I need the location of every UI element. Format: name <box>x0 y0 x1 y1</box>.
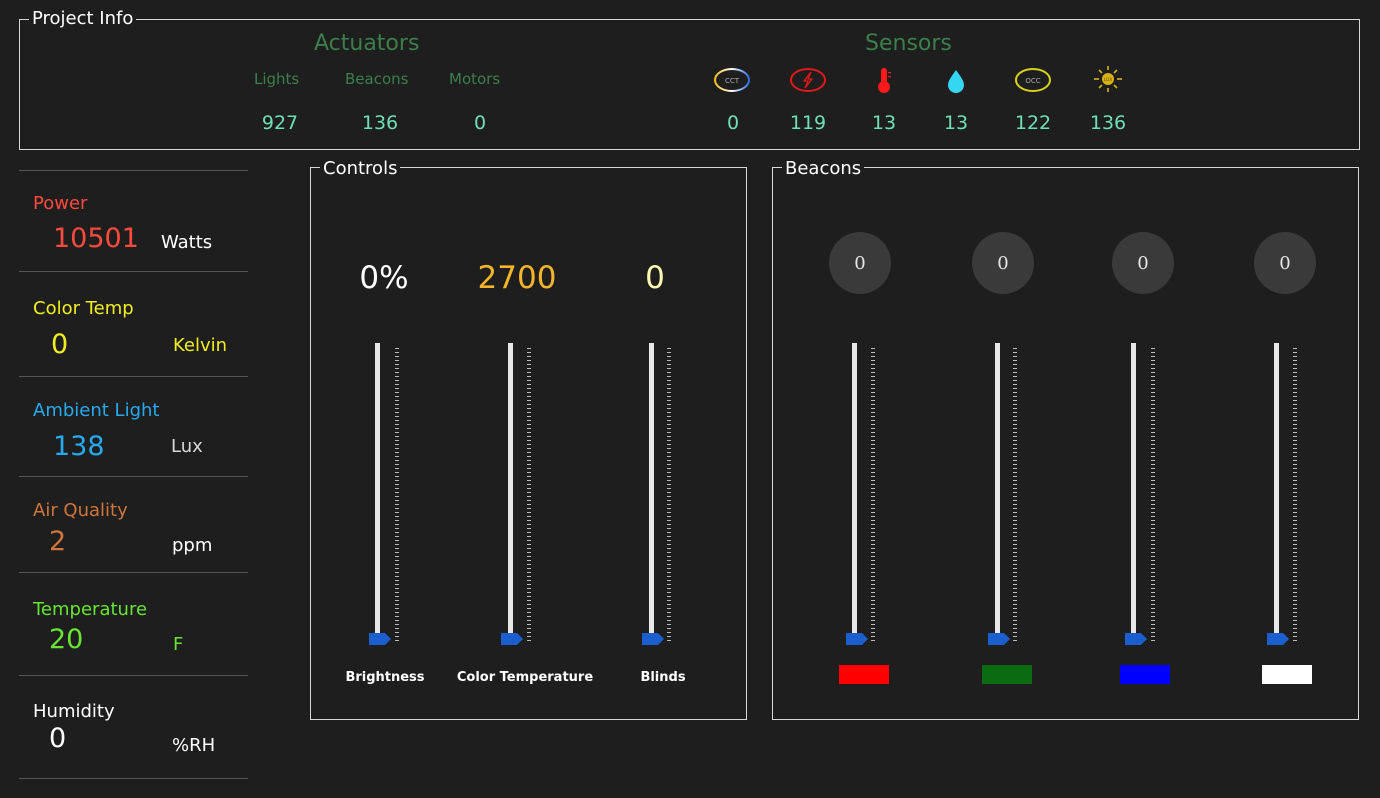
cct-sensor-icon: CCT <box>712 67 752 93</box>
blinds-slider-track[interactable] <box>649 343 654 636</box>
sensor-count-power: 119 <box>789 112 827 134</box>
metric-divider <box>19 778 248 779</box>
air-quality-label: Air Quality <box>33 500 128 521</box>
brightness-slider-track[interactable] <box>375 343 380 636</box>
brightness-slider-ticks <box>395 348 399 641</box>
sensors-title: Sensors <box>865 31 952 56</box>
beacon-blue-value: 0 <box>1112 232 1174 294</box>
temperature-value: 20 <box>49 624 84 655</box>
actuator-label-lights: Lights <box>254 70 300 88</box>
beacon-red-slider-ticks <box>871 348 875 641</box>
beacon-blue-slider-thumb[interactable] <box>1124 631 1148 645</box>
metric-divider <box>19 476 248 477</box>
metric-divider <box>19 271 248 272</box>
sensor-count-lux: 136 <box>1089 112 1127 134</box>
beacon-white-slider-thumb[interactable] <box>1266 631 1290 645</box>
temperature-label: Temperature <box>33 599 148 620</box>
color-temperature-slider-ticks <box>527 348 531 641</box>
metric-divider <box>19 376 248 377</box>
svg-text:OCC: OCC <box>1025 77 1040 85</box>
svg-text:LUX: LUX <box>1104 77 1113 83</box>
beacon-blue-slider-track[interactable] <box>1131 343 1136 636</box>
blinds-value: 0 <box>645 260 665 296</box>
humidity-drop-icon <box>936 66 976 93</box>
actuator-count-lights: 927 <box>261 112 299 134</box>
ambient-light-unit: Lux <box>171 436 203 457</box>
controls-legend: Controls <box>320 159 401 179</box>
power-value: 10501 <box>53 223 139 254</box>
color-temperature-slider-track[interactable] <box>508 343 513 636</box>
svg-text:CCT: CCT <box>725 77 740 85</box>
thermometer-icon <box>864 66 904 93</box>
occupancy-sensor-icon: OCC <box>1013 67 1053 93</box>
beacon-red-slider-thumb[interactable] <box>845 631 869 645</box>
sensor-count-temperature: 13 <box>871 112 897 134</box>
actuators-title: Actuators <box>314 31 420 56</box>
metric-divider <box>19 572 248 573</box>
ambient-light-value: 138 <box>53 431 105 462</box>
humidity-unit: %RH <box>172 735 216 756</box>
beacon-white-value: 0 <box>1254 232 1316 294</box>
sensor-count-occupancy: 122 <box>1014 112 1052 134</box>
beacons-legend: Beacons <box>782 159 865 179</box>
beacon-red-slider-track[interactable] <box>852 343 857 636</box>
actuator-label-motors: Motors <box>449 70 501 88</box>
brightness-caption: Brightness <box>345 670 425 685</box>
actuator-count-beacons: 136 <box>361 112 399 134</box>
beacon-green-value: 0 <box>972 232 1034 294</box>
air-quality-unit: ppm <box>172 535 213 556</box>
power-sensor-icon <box>788 67 828 93</box>
humidity-label: Humidity <box>33 701 115 722</box>
air-quality-value: 2 <box>49 526 67 557</box>
metric-divider <box>19 675 248 676</box>
beacon-green-swatch <box>982 665 1032 684</box>
sensor-count-cct: 0 <box>726 112 740 134</box>
sensor-count-humidity: 13 <box>943 112 969 134</box>
blinds-slider-thumb[interactable] <box>641 631 665 645</box>
color-temp-unit: Kelvin <box>173 335 228 356</box>
color-temperature-caption: Color Temperature <box>456 670 594 685</box>
sun-lux-icon: LUX <box>1088 64 1128 92</box>
color-temperature-value: 2700 <box>477 260 557 296</box>
project-info-panel <box>19 19 1360 150</box>
beacon-red-value: 0 <box>829 232 891 294</box>
color-temp-label: Color Temp <box>33 298 134 319</box>
beacon-blue-slider-ticks <box>1151 348 1155 641</box>
beacon-white-swatch <box>1262 665 1312 684</box>
actuator-count-motors: 0 <box>473 112 487 134</box>
brightness-slider-thumb[interactable] <box>368 631 392 645</box>
beacon-green-slider-ticks <box>1013 348 1017 641</box>
blinds-caption: Blinds <box>640 670 686 685</box>
actuator-label-beacons: Beacons <box>345 70 409 88</box>
humidity-value: 0 <box>49 723 67 754</box>
power-label: Power <box>33 193 88 214</box>
metric-divider <box>19 170 248 171</box>
beacon-green-slider-track[interactable] <box>995 343 1000 636</box>
blinds-slider-ticks <box>667 348 671 641</box>
beacon-white-slider-ticks <box>1293 348 1297 641</box>
color-temp-value: 0 <box>51 329 69 360</box>
beacon-white-slider-track[interactable] <box>1274 343 1279 636</box>
brightness-value: 0% <box>359 260 409 296</box>
ambient-light-label: Ambient Light <box>33 400 160 421</box>
project-info-legend: Project Info <box>29 9 137 29</box>
beacon-red-swatch <box>839 665 889 684</box>
power-unit: Watts <box>161 232 213 253</box>
color-temperature-slider-thumb[interactable] <box>500 631 524 645</box>
temperature-unit: F <box>173 634 184 655</box>
beacon-green-slider-thumb[interactable] <box>987 631 1011 645</box>
beacon-blue-swatch <box>1120 665 1170 684</box>
